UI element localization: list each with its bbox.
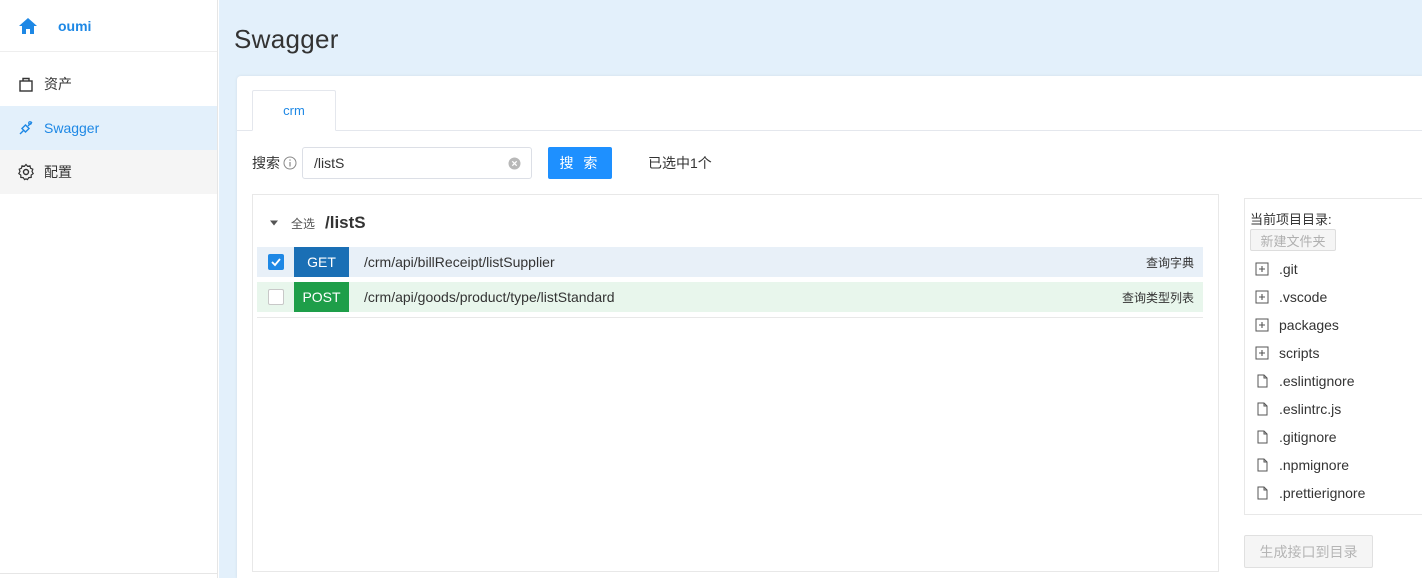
directory-item[interactable]: .vscode (1255, 283, 1365, 311)
select-all-toggle[interactable]: 全选 (291, 215, 315, 232)
check-icon (271, 258, 281, 267)
sidebar-item-label: 资产 (44, 76, 72, 92)
sidebar-divider (0, 573, 217, 574)
api-row[interactable]: GET /crm/api/billReceipt/listSupplier 查询… (257, 247, 1203, 277)
file-icon (1255, 486, 1269, 500)
api-result-panel: 全选 /listS GET /crm/api/billReceipt/listS… (252, 194, 1219, 572)
main-area: Swagger crm 搜索 搜 索 已选中1个 (219, 0, 1422, 578)
directory-item[interactable]: .npmignore (1255, 451, 1365, 479)
directory-item[interactable]: .eslintrc.js (1255, 395, 1365, 423)
sidebar-item-swagger[interactable]: Swagger (0, 106, 217, 150)
sidebar-item-label: Swagger (44, 120, 100, 136)
directory-item[interactable]: .git (1255, 255, 1365, 283)
rows-divider (257, 317, 1203, 318)
expand-folder-icon[interactable] (1255, 290, 1269, 304)
sidebar-item-assets[interactable]: 资产 (0, 62, 217, 106)
directory-item-label: scripts (1279, 345, 1320, 361)
api-checkbox[interactable] (268, 289, 284, 305)
expand-folder-icon[interactable] (1255, 262, 1269, 276)
tab-crm[interactable]: crm (252, 90, 336, 131)
directory-item[interactable]: packages (1255, 311, 1365, 339)
api-description: 查询类型列表 (1121, 290, 1194, 305)
directory-list: .git .vscode packages scripts .eslintignore.… (1255, 255, 1365, 515)
brand[interactable]: oumi (0, 0, 217, 52)
directory-item-label: .git (1279, 261, 1298, 277)
directory-item[interactable]: scripts (1255, 339, 1365, 367)
link-icon (17, 119, 35, 137)
file-icon (1255, 402, 1269, 416)
file-icon (1255, 514, 1269, 515)
sidebar-item-label: 配置 (44, 164, 72, 180)
clear-icon[interactable] (508, 157, 521, 170)
directory-item-label: .prettierrc.js (1279, 513, 1352, 514)
sidebar: oumi 资产 Swagger 配置 (0, 0, 218, 578)
directory-item[interactable]: .prettierignore (1255, 479, 1365, 507)
content-card: crm 搜索 搜 索 已选中1个 (237, 76, 1422, 578)
brand-name: oumi (58, 17, 92, 34)
file-icon (1255, 458, 1269, 472)
directory-item-label: .vscode (1279, 289, 1328, 305)
api-description: 查询字典 (1145, 255, 1194, 270)
new-folder-button[interactable]: 新建文件夹 (1250, 229, 1336, 251)
caret-down-icon[interactable] (269, 218, 279, 228)
directory-item[interactable]: .eslintignore (1255, 367, 1365, 395)
file-icon (1255, 430, 1269, 444)
home-icon (19, 17, 37, 34)
method-badge: GET (294, 247, 349, 277)
api-row[interactable]: POST /crm/api/goods/product/type/listSta… (257, 282, 1203, 312)
search-field (302, 147, 532, 179)
directory-item-label: .npmignore (1279, 457, 1350, 473)
directory-item[interactable]: .prettierrc.js (1255, 507, 1365, 515)
sidebar-menu: 资产 Swagger 配置 (0, 62, 217, 194)
info-icon[interactable] (283, 156, 297, 170)
directory-title: 当前项目目录: (1250, 212, 1332, 227)
sidebar-item-config[interactable]: 配置 (0, 150, 217, 194)
expand-folder-icon[interactable] (1255, 318, 1269, 332)
group-path: /listS (325, 213, 366, 232)
method-badge: POST (294, 282, 349, 312)
group-header: 全选 /listS (269, 213, 366, 233)
search-input[interactable] (303, 148, 531, 178)
expand-folder-icon[interactable] (1255, 346, 1269, 360)
file-icon (1255, 374, 1269, 388)
directory-item-label: .gitignore (1279, 429, 1337, 445)
generate-to-directory-button[interactable]: 生成接口到目录 (1244, 535, 1373, 568)
directory-item-label: .prettierignore (1279, 485, 1366, 501)
tab-bar: crm (237, 90, 1422, 131)
directory-panel: 当前项目目录: 新建文件夹 .git .vscode packages scripts… (1244, 198, 1422, 515)
directory-item[interactable]: .gitignore (1255, 423, 1365, 451)
directory-item-label: .eslintrc.js (1279, 401, 1342, 417)
search-button[interactable]: 搜 索 (548, 147, 612, 179)
search-row: 搜索 搜 索 已选中1个 (252, 147, 712, 179)
api-path: /crm/api/billReceipt/listSupplier (364, 254, 555, 270)
api-checkbox[interactable] (268, 254, 284, 270)
directory-item-label: .eslintignore (1279, 373, 1355, 389)
gear-icon (17, 163, 35, 181)
directory-item-label: packages (1279, 317, 1339, 333)
search-label: 搜索 (252, 155, 280, 171)
bag-icon (17, 75, 35, 93)
api-path: /crm/api/goods/product/type/listStandard (364, 289, 615, 305)
selected-count: 已选中1个 (648, 155, 712, 171)
page-title: Swagger (234, 24, 339, 54)
